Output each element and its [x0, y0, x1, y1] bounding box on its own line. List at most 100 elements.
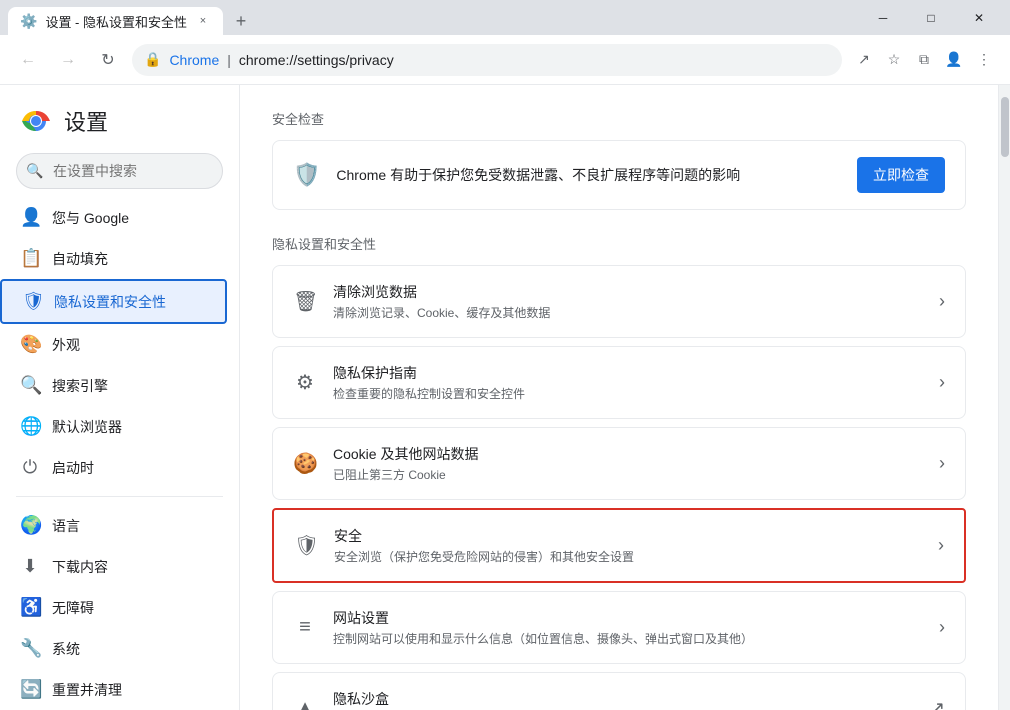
- sidebar-item-downloads[interactable]: ⬇ 下载内容: [0, 546, 231, 587]
- scrollbar-thumb[interactable]: [1001, 97, 1009, 157]
- main-layout: 设置 🔍 👤 您与 Google 📋 自动填充 🛡 隐私设置和安全性 🎨外观 🔍 搜索引擎 🌐 默认…: [0, 85, 1010, 710]
- forward-icon: →: [60, 51, 76, 69]
- menu-icon-clear-browsing: 🗑: [293, 289, 317, 314]
- url-path: chrome://settings/privacy: [239, 52, 830, 68]
- menu-desc-privacy-guide: 检查重要的隐私控制设置和安全控件: [333, 385, 923, 402]
- sidebar: 设置 🔍 👤 您与 Google 📋 自动填充 🛡 隐私设置和安全性 🎨外观 🔍 搜索引擎 🌐 默认…: [0, 85, 240, 710]
- profile-icon: 👤: [945, 51, 962, 68]
- search-input[interactable]: [16, 153, 223, 189]
- menu-desc-clear-browsing: 清除浏览记录、Cookie、缓存及其他数据: [333, 304, 923, 321]
- menu-item-cookies[interactable]: 🍪Cookie 及其他网站数据已阻止第三方 Cookie›: [272, 427, 966, 500]
- menu-item-site-settings[interactable]: ≡网站设置控制网站可以使用和显示什么信息（如位置信息、摄像头、弹出式窗口及其他）…: [272, 591, 966, 664]
- menu-content-sandbox: 隐私沙盒试用版功能已关闭: [333, 689, 914, 710]
- sidebar-item-label-startup: 启动时: [52, 458, 94, 478]
- sidebar-item-label-downloads: 下载内容: [52, 557, 108, 577]
- sidebar-item-icon-privacy: 🛡: [22, 291, 42, 312]
- menu-content-security: 安全安全浏览（保护您免受危险网站的侵害）和其他安全设置: [334, 526, 922, 565]
- privacy-menu-list: 🗑清除浏览数据清除浏览记录、Cookie、缓存及其他数据›⚙隐私保护指南检查重要…: [272, 265, 966, 710]
- sidebar-item-label-autofill: 自动填充: [52, 249, 108, 269]
- url-bar[interactable]: 🔒 Chrome | chrome://settings/privacy: [132, 44, 842, 76]
- sidebar-item-icon-browser: 🌐: [20, 416, 40, 437]
- sidebar-item-search[interactable]: 🔍 搜索引擎: [0, 365, 231, 406]
- safety-shield-icon: 🛡️: [293, 162, 320, 188]
- sidebar-item-privacy[interactable]: 🛡 隐私设置和安全性: [0, 279, 227, 324]
- search-icon: 🔍: [26, 163, 43, 180]
- sidebar-item-label-google: 您与 Google: [52, 208, 129, 228]
- sidebar-item-system[interactable]: 🔧系统: [0, 628, 231, 669]
- refresh-button[interactable]: ↻: [92, 44, 124, 76]
- tab-title: 设置 - 隐私设置和安全性: [45, 12, 187, 31]
- menu-item-security[interactable]: 🛡安全安全浏览（保护您免受危险网站的侵害）和其他安全设置›: [272, 508, 966, 583]
- sidebar-title: 设置: [64, 105, 108, 137]
- menu-arrow-privacy-guide: ›: [939, 372, 945, 393]
- safety-check-card: 🛡️ Chrome 有助于保护您免受数据泄露、不良扩展程序等问题的影响 立即检查: [272, 140, 966, 210]
- main-content: 安全检查 🛡️ Chrome 有助于保护您免受数据泄露、不良扩展程序等问题的影响…: [240, 85, 998, 710]
- sidebar-item-accessibility[interactable]: ♿无障碍: [0, 587, 231, 628]
- sidebar-item-language[interactable]: 🌍 语言: [0, 505, 231, 546]
- menu-content-privacy-guide: 隐私保护指南检查重要的隐私控制设置和安全控件: [333, 363, 923, 402]
- split-view-button[interactable]: ⧉: [910, 46, 938, 74]
- menu-arrow-site-settings: ›: [939, 617, 945, 638]
- menu-button[interactable]: ⋮: [970, 46, 998, 74]
- sidebar-item-label-reset: 重置并清理: [52, 680, 122, 700]
- bookmark-button[interactable]: ☆: [880, 46, 908, 74]
- menu-desc-cookies: 已阻止第三方 Cookie: [333, 466, 923, 483]
- menu-arrow-security: ›: [938, 535, 944, 556]
- bookmark-icon: ☆: [888, 51, 901, 68]
- tab-bar: ⚙️ 设置 - 隐私设置和安全性 × +: [8, 0, 852, 35]
- back-icon: ←: [20, 51, 36, 69]
- tab-close-button[interactable]: ×: [195, 13, 211, 29]
- menu-item-clear-browsing[interactable]: 🗑 清除浏览数据清除浏览记录、Cookie、缓存及其他数据 ›: [272, 265, 966, 338]
- active-tab[interactable]: ⚙️ 设置 - 隐私设置和安全性 ×: [8, 7, 223, 35]
- close-button[interactable]: ✕: [956, 0, 1002, 35]
- sidebar-item-autofill[interactable]: 📋 自动填充: [0, 238, 231, 279]
- sidebar-item-icon-accessibility: ♿: [20, 597, 40, 618]
- sidebar-item-icon-autofill: 📋: [20, 248, 40, 269]
- sidebar-item-icon-startup: ⏻: [20, 457, 40, 478]
- sidebar-item-label-search: 搜索引擎: [52, 376, 108, 396]
- menu-icon-site-settings: ≡: [293, 616, 317, 639]
- sidebar-item-startup[interactable]: ⏻ 启动时: [0, 447, 231, 488]
- scrollbar-track[interactable]: [998, 85, 1010, 710]
- sidebar-item-appearance[interactable]: 🎨外观: [0, 324, 231, 365]
- sidebar-item-label-browser: 默认浏览器: [52, 417, 122, 437]
- minimize-button[interactable]: ─: [860, 0, 906, 35]
- sidebar-item-icon-reset: 🔄: [20, 679, 40, 700]
- titlebar: ⚙️ 设置 - 隐私设置和安全性 × + ─ □ ✕: [0, 0, 1010, 35]
- sidebar-item-icon-google: 👤: [20, 207, 40, 228]
- menu-title-cookies: Cookie 及其他网站数据: [333, 444, 923, 464]
- sidebar-item-icon-downloads: ⬇: [20, 556, 40, 577]
- safety-card-text: Chrome 有助于保护您免受数据泄露、不良扩展程序等问题的影响: [336, 165, 841, 185]
- menu-icon-sandbox: ▲: [293, 697, 317, 710]
- sidebar-item-icon-search: 🔍: [20, 375, 40, 396]
- menu-item-privacy-guide[interactable]: ⚙隐私保护指南检查重要的隐私控制设置和安全控件›: [272, 346, 966, 419]
- menu-item-sandbox[interactable]: ▲ 隐私沙盒试用版功能已关闭 ↗: [272, 672, 966, 710]
- privacy-section-title: 隐私设置和安全性: [272, 234, 966, 253]
- profile-button[interactable]: 👤: [940, 46, 968, 74]
- sidebar-item-label-language: 语言: [52, 516, 80, 536]
- sidebar-items-list: 👤 您与 Google 📋 自动填充 🛡 隐私设置和安全性 🎨外观 🔍 搜索引擎 🌐 默认浏览器 ⏻ 启…: [0, 197, 239, 710]
- menu-title-clear-browsing: 清除浏览数据: [333, 282, 923, 302]
- menu-title-sandbox: 隐私沙盒: [333, 689, 914, 709]
- share-button[interactable]: ↗: [850, 46, 878, 74]
- window-controls: ─ □ ✕: [860, 0, 1002, 35]
- sidebar-item-reset[interactable]: 🔄 重置并清理: [0, 669, 231, 710]
- site-lock-icon: 🔒: [144, 51, 161, 68]
- menu-arrow-clear-browsing: ›: [939, 291, 945, 312]
- refresh-icon: ↻: [101, 50, 114, 70]
- split-icon: ⧉: [919, 51, 929, 68]
- addressbar: ← → ↻ 🔒 Chrome | chrome://settings/priva…: [0, 35, 1010, 85]
- sidebar-item-icon-language: 🌍: [20, 515, 40, 536]
- menu-ext-icon-sandbox: ↗: [930, 698, 945, 710]
- menu-content-cookies: Cookie 及其他网站数据已阻止第三方 Cookie: [333, 444, 923, 483]
- safety-check-button[interactable]: 立即检查: [857, 157, 945, 193]
- new-tab-button[interactable]: +: [227, 7, 255, 35]
- forward-button[interactable]: →: [52, 44, 84, 76]
- back-button[interactable]: ←: [12, 44, 44, 76]
- sidebar-item-icon-appearance: 🎨: [20, 334, 40, 355]
- menu-arrow-cookies: ›: [939, 453, 945, 474]
- sidebar-item-browser[interactable]: 🌐 默认浏览器: [0, 406, 231, 447]
- maximize-button[interactable]: □: [908, 0, 954, 35]
- sidebar-item-google[interactable]: 👤 您与 Google: [0, 197, 231, 238]
- sidebar-item-label-privacy: 隐私设置和安全性: [54, 292, 166, 312]
